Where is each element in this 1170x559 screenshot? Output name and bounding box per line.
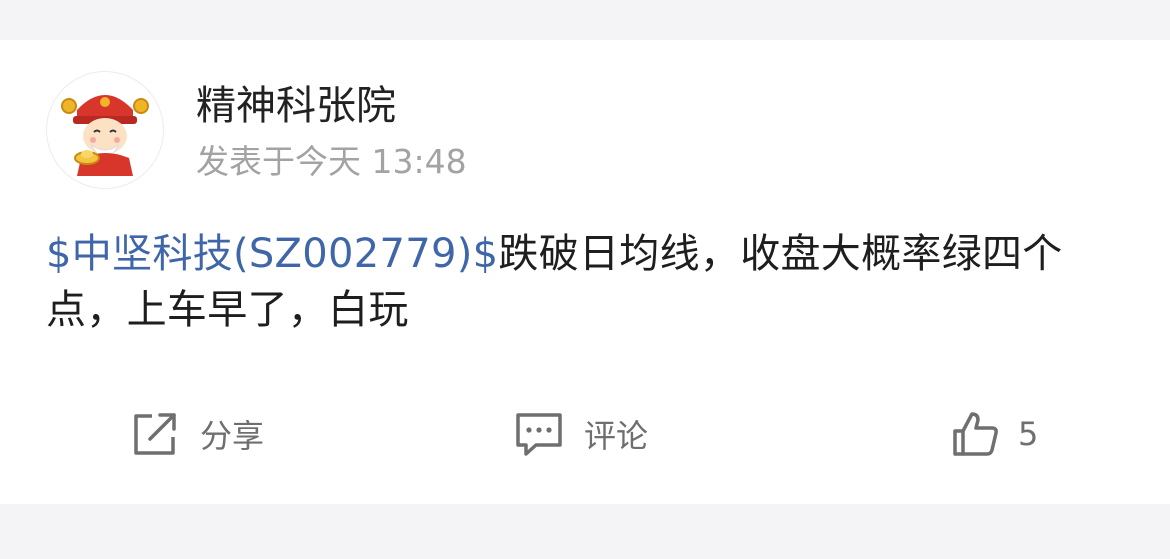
post-card: 精神科张院 发表于今天 13:48 $中坚科技(SZ002779)$跌破日均线，… [0, 40, 1170, 504]
share-label: 分享 [200, 417, 265, 455]
top-spacer [0, 0, 1170, 40]
like-button[interactable]: 5 [950, 406, 1038, 462]
caishen-avatar-icon [61, 95, 149, 176]
avatar[interactable] [46, 71, 164, 189]
stock-tag-link[interactable]: $中坚科技(SZ002779)$ [46, 231, 498, 277]
like-count: 5 [1018, 415, 1039, 453]
comment-icon [516, 413, 562, 456]
comment-label: 评论 [584, 417, 649, 455]
share-button[interactable]: 分享 [130, 406, 264, 462]
share-icon [134, 413, 176, 455]
post-content: $中坚科技(SZ002779)$跌破日均线，收盘大概率绿四个点，上车早了，白玩 [46, 226, 1126, 338]
post-timestamp: 发表于今天 13:48 [196, 142, 467, 181]
bottom-spacer [0, 504, 1170, 559]
author-name[interactable]: 精神科张院 [196, 82, 396, 130]
comment-button[interactable]: 评论 [514, 406, 648, 462]
thumbs-up-icon [953, 412, 998, 456]
